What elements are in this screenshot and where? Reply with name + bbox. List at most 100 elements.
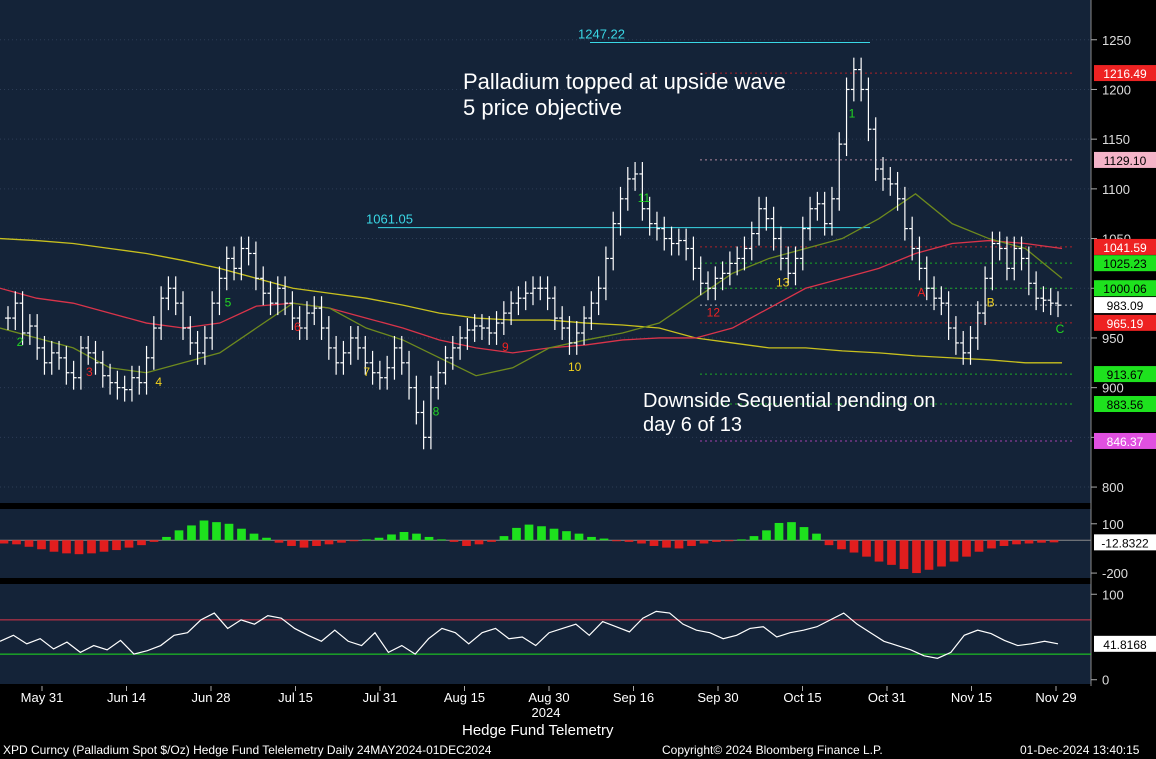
- price-tag-text: 1041.59: [1103, 241, 1147, 255]
- xtick-label: Sep 30: [697, 690, 738, 705]
- osc-bar: [649, 540, 659, 546]
- annotation-topped-line2: 5 price objective: [463, 95, 622, 120]
- osc-bar: [849, 540, 859, 553]
- price-tag-text: 913.67: [1107, 368, 1144, 382]
- osc-bar: [474, 540, 484, 545]
- osc-tag-text: -12.8322: [1101, 536, 1149, 550]
- osc-bar: [74, 540, 84, 555]
- osc-bar: [674, 540, 684, 549]
- osc-bar: [324, 540, 334, 545]
- sequential-count: 5: [225, 295, 232, 309]
- osc-ytick-label: 100: [1102, 517, 1124, 532]
- sequential-count: 12: [707, 305, 721, 319]
- price-ytick-label: 950: [1102, 331, 1124, 346]
- annotation-pending: Downside Sequential pending on day 6 of …: [643, 389, 935, 437]
- osc-bar: [824, 540, 834, 546]
- osc-bar: [1049, 540, 1059, 543]
- annotation-pending-line1: Downside Sequential pending on: [643, 390, 936, 412]
- osc-bar: [912, 540, 921, 574]
- osc-bar: [687, 540, 696, 546]
- osc-bar: [587, 536, 596, 541]
- rsi-ytick-label: 100: [1102, 587, 1124, 602]
- osc-bar: [1012, 540, 1021, 545]
- osc-bar: [737, 539, 746, 541]
- osc-bar: [987, 540, 996, 549]
- xtick-label: Nov 15: [951, 690, 992, 705]
- chart-title: Hedge Fund Telemetry: [462, 722, 614, 739]
- price-tag-text: 1129.10: [1104, 154, 1147, 168]
- sequential-count: 2: [17, 335, 24, 349]
- osc-bar: [599, 538, 609, 541]
- osc-bar: [437, 539, 446, 541]
- price-tag-text: 965.19: [1107, 317, 1144, 331]
- xtick-label: Aug 15: [444, 690, 485, 705]
- osc-bar: [962, 540, 971, 557]
- osc-bar: [924, 540, 934, 570]
- sequential-count: 4: [155, 375, 162, 389]
- osc-bar: [224, 523, 234, 541]
- osc-bar: [87, 540, 96, 554]
- sequential-count: 10: [568, 360, 582, 374]
- xtick-label: Oct 31: [868, 690, 906, 705]
- price-tag-text: 883.56: [1107, 398, 1144, 412]
- osc-bar: [374, 537, 384, 541]
- xtick-label: Oct 15: [783, 690, 821, 705]
- osc-bar: [399, 532, 409, 541]
- osc-bar: [337, 540, 346, 543]
- xtick-label: Jul 15: [278, 690, 313, 705]
- osc-bar: [974, 540, 984, 552]
- annotation-topped: Palladium topped at upside wave 5 price …: [463, 69, 786, 121]
- osc-bar: [762, 530, 771, 541]
- osc-bar: [487, 540, 496, 542]
- osc-bar: [349, 540, 359, 542]
- osc-bar: [274, 540, 284, 543]
- osc-bar: [712, 540, 721, 542]
- osc-bar: [362, 539, 371, 541]
- price-tag-text: 983.09: [1107, 299, 1144, 313]
- osc-bar: [574, 533, 584, 541]
- osc-bar: [199, 520, 209, 541]
- xtick-label: Jun 14: [107, 690, 146, 705]
- sequential-count: 3: [86, 365, 93, 379]
- osc-bar: [249, 533, 259, 541]
- xtick-label: Sep 16: [613, 690, 654, 705]
- osc-bar: [62, 540, 71, 554]
- price-tag-text: 1216.49: [1103, 67, 1147, 81]
- osc-bar: [312, 540, 321, 546]
- osc-bar: [0, 540, 9, 544]
- price-ytick-label: 1250: [1102, 33, 1131, 48]
- osc-bar: [137, 540, 146, 546]
- osc-bar: [887, 540, 896, 565]
- xtick-label: Nov 29: [1035, 690, 1076, 705]
- price-tag-text: 1025.23: [1103, 257, 1147, 271]
- osc-bar: [49, 540, 59, 552]
- osc-bar: [149, 540, 159, 542]
- osc-bar: [787, 522, 796, 541]
- price-ytick-label: 1100: [1102, 182, 1130, 197]
- osc-bar: [937, 540, 946, 567]
- rsi-tag-text: 41.8168: [1103, 638, 1147, 652]
- year-label: 2024: [532, 705, 561, 720]
- level-label: 1247.22: [578, 27, 625, 42]
- osc-bar: [624, 540, 634, 542]
- price-ytick-label: 1200: [1102, 82, 1131, 97]
- sequential-count: 7: [363, 365, 370, 379]
- sequential-count: 1: [849, 106, 856, 120]
- osc-bar: [549, 528, 559, 541]
- rsi-ytick-label: 0: [1102, 673, 1109, 688]
- sequential-count: 8: [433, 405, 440, 419]
- osc-bar: [812, 533, 821, 541]
- osc-bar: [524, 524, 534, 541]
- osc-bar: [512, 527, 521, 541]
- osc-ytick-label: -200: [1102, 566, 1128, 581]
- price-ytick-label: 1150: [1102, 132, 1130, 147]
- osc-bar: [1037, 540, 1046, 543]
- osc-bar: [212, 522, 221, 541]
- osc-bar: [999, 540, 1009, 546]
- osc-bar: [724, 540, 734, 542]
- sequential-count: 6: [294, 320, 301, 334]
- osc-bar: [562, 531, 571, 541]
- osc-bar: [862, 540, 871, 557]
- price-tag-text: 1000.06: [1103, 282, 1147, 296]
- sequential-count: 13: [776, 275, 790, 289]
